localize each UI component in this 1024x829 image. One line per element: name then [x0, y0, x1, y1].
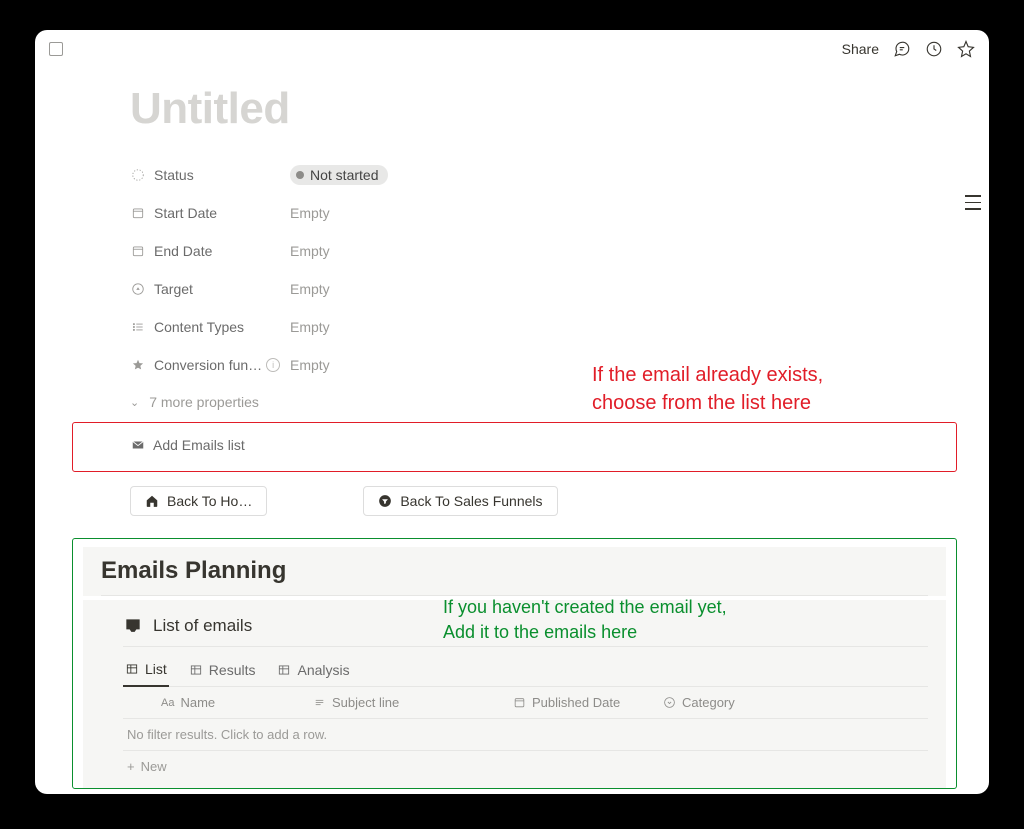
table-header-row: Aa Name Subject line Published Date Cate…: [123, 687, 928, 719]
comments-icon[interactable]: [893, 40, 911, 58]
tab-list[interactable]: List: [123, 661, 169, 687]
column-header-published[interactable]: Published Date: [513, 695, 663, 710]
status-text: Not started: [310, 167, 378, 183]
app-window: Share Untitled Status: [35, 30, 989, 794]
property-label[interactable]: Conversion fun… i: [130, 357, 290, 373]
database-views-tabs: List Results Analysis: [123, 661, 928, 687]
property-row-status: Status Not started: [130, 158, 899, 192]
annotation-line: If the email already exists,: [592, 361, 952, 389]
column-label: Category: [682, 695, 735, 710]
property-label[interactable]: Content Types: [130, 319, 290, 335]
tab-label: Analysis: [297, 662, 349, 678]
property-label-text: Content Types: [154, 319, 244, 335]
page-title[interactable]: Untitled: [130, 84, 899, 134]
info-icon[interactable]: i: [266, 358, 280, 372]
emails-planning-block: Emails Planning: [83, 547, 946, 596]
emails-planning-heading: Emails Planning: [101, 557, 928, 596]
annotation-line: Add it to the emails here: [443, 620, 727, 645]
plus-icon: +: [127, 759, 135, 774]
button-label: Back To Sales Funnels: [400, 493, 542, 509]
calendar-icon: [513, 696, 526, 709]
property-label-text: Status: [154, 167, 194, 183]
back-to-home-button[interactable]: Back To Ho…: [130, 486, 267, 516]
tab-results[interactable]: Results: [187, 661, 258, 686]
table-icon: [189, 663, 203, 677]
annotation-new-email: If you haven't created the email yet, Ad…: [443, 595, 727, 645]
page-icon[interactable]: [49, 42, 63, 56]
inbox-icon: [123, 616, 143, 636]
column-label: Name: [180, 695, 215, 710]
property-value[interactable]: Empty: [290, 205, 330, 221]
annotation-line: choose from the list here: [592, 389, 952, 417]
tab-label: List: [145, 661, 167, 677]
property-value[interactable]: Not started: [290, 165, 388, 185]
property-value[interactable]: Empty: [290, 319, 330, 335]
column-label: Published Date: [532, 695, 620, 710]
envelope-icon: [131, 438, 145, 452]
text-icon: Aa: [161, 697, 174, 709]
property-row-content-types: Content Types Empty: [130, 310, 899, 344]
column-label: Subject line: [332, 695, 399, 710]
list-title-text: List of emails: [153, 616, 252, 636]
column-header-subject[interactable]: Subject line: [313, 695, 513, 710]
column-header-category[interactable]: Category: [663, 695, 773, 710]
property-value[interactable]: Empty: [290, 243, 330, 259]
property-value[interactable]: Empty: [290, 357, 330, 373]
home-icon: [145, 494, 159, 508]
property-label-text: Start Date: [154, 205, 217, 221]
property-label[interactable]: Status: [130, 167, 290, 183]
property-label[interactable]: End Date: [130, 243, 290, 259]
calendar-icon: [130, 243, 146, 259]
property-label-text: Conversion fun…: [154, 357, 262, 373]
property-row-target: Target Empty: [130, 272, 899, 306]
updates-icon[interactable]: [925, 40, 943, 58]
new-row-button[interactable]: + New: [123, 751, 928, 782]
add-emails-label: Add Emails list: [153, 437, 245, 453]
property-label[interactable]: Start Date: [130, 205, 290, 221]
tab-label: Results: [209, 662, 256, 678]
highlight-add-emails: If the email already exists, choose from…: [72, 422, 957, 472]
table-icon: [277, 663, 291, 677]
property-label-text: Target: [154, 281, 193, 297]
topbar: Share: [35, 30, 989, 64]
chevron-down-icon: ⌄: [130, 396, 139, 409]
status-dot: [296, 171, 304, 179]
add-emails-list-button[interactable]: Add Emails list: [131, 437, 898, 453]
column-header-name[interactable]: Aa Name: [161, 695, 313, 710]
favorite-icon[interactable]: [957, 40, 975, 58]
calendar-icon: [130, 205, 146, 221]
tab-analysis[interactable]: Analysis: [275, 661, 351, 686]
empty-table-row[interactable]: No filter results. Click to add a row.: [123, 719, 928, 751]
lines-icon: [313, 696, 326, 709]
nav-buttons-row: Back To Ho… Back To Sales Funnels: [130, 486, 899, 516]
annotation-line: If you haven't created the email yet,: [443, 595, 727, 620]
new-row-label: New: [141, 759, 167, 774]
table-icon: [125, 662, 139, 676]
property-label[interactable]: Target: [130, 281, 290, 297]
property-label-text: End Date: [154, 243, 212, 259]
target-icon: [130, 281, 146, 297]
page-content: Untitled Status Not started: [35, 64, 989, 794]
annotation-existing-email: If the email already exists, choose from…: [592, 361, 952, 417]
select-icon: [663, 696, 676, 709]
property-row-end-date: End Date Empty: [130, 234, 899, 268]
highlight-emails-planning: If you haven't created the email yet, Ad…: [72, 538, 957, 789]
share-button[interactable]: Share: [842, 41, 879, 57]
button-label: Back To Ho…: [167, 493, 252, 509]
properties-list: Status Not started Start Date Empt: [130, 158, 899, 382]
more-properties-text: 7 more properties: [149, 394, 259, 410]
property-row-start-date: Start Date Empty: [130, 196, 899, 230]
page-outline-handle[interactable]: [965, 195, 981, 210]
list-icon: [130, 319, 146, 335]
funnel-icon: [378, 494, 392, 508]
star-icon: [130, 357, 146, 373]
property-value[interactable]: Empty: [290, 281, 330, 297]
status-pill: Not started: [290, 165, 388, 185]
status-icon: [130, 167, 146, 183]
back-to-sales-funnels-button[interactable]: Back To Sales Funnels: [363, 486, 557, 516]
